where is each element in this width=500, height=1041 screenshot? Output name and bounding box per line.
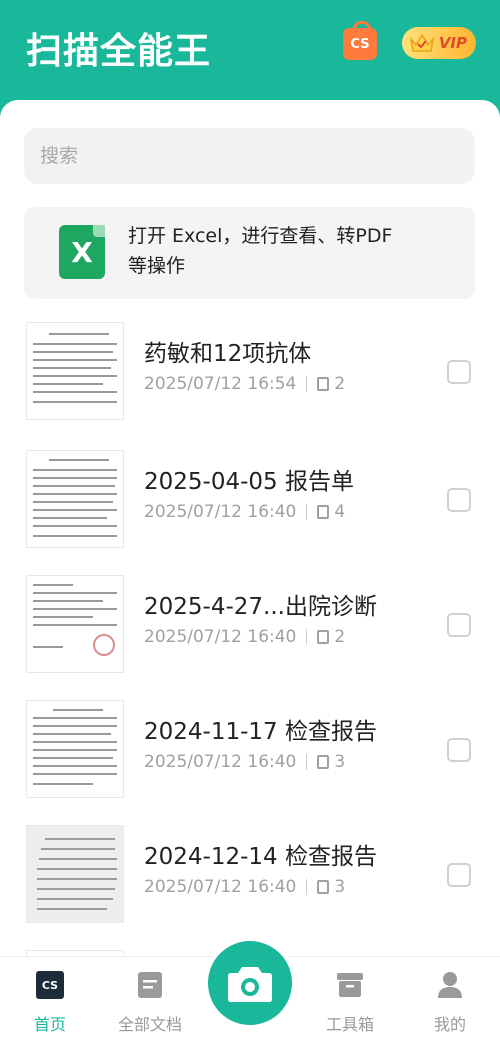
document-thumbnail: [26, 700, 124, 798]
document-checkbox[interactable]: [447, 863, 471, 887]
page-count-icon: [317, 630, 330, 644]
home-cs-icon: CS: [36, 971, 64, 999]
document-title: 2024-12-14 检查报告: [144, 844, 377, 870]
document-page-count: 2: [334, 627, 346, 647]
document-date: 2025/07/12 16:40: [144, 752, 297, 772]
document-title: 2025-04-05 报告单: [144, 469, 354, 495]
document-date: 2025/07/12 16:40: [144, 502, 297, 522]
tab-home[interactable]: CS 首页: [5, 957, 95, 1041]
meta-divider: [306, 376, 308, 392]
document-meta: 2025/07/12 16:54 2: [144, 374, 345, 394]
document-meta: 2025/07/12 16:40 3: [144, 877, 345, 897]
document-meta: 2025/07/12 16:40 3: [144, 752, 345, 772]
meta-divider: [306, 879, 308, 895]
document-checkbox[interactable]: [447, 360, 471, 384]
home-icon-text: CS: [41, 978, 59, 992]
camera-icon: [228, 967, 272, 1002]
excel-promo-text: 打开 Excel，进行查看、转PDF 等操作: [128, 225, 393, 277]
tab-home-label: 首页: [33, 1015, 66, 1034]
document-meta: 2025/07/12 16:40 4: [144, 502, 345, 522]
document-item[interactable]: 2025-4-27...出院诊断 2025/07/12 16:40 2: [0, 575, 500, 700]
document-page-count: 2: [334, 374, 346, 394]
search-input[interactable]: [24, 128, 475, 184]
document-thumbnail: [26, 322, 124, 420]
page-count-icon: [317, 377, 330, 391]
app-header: 扫描全能王 CS VIP: [0, 0, 500, 100]
document-item[interactable]: 2025-04-05 报告单 2025/07/12 16:40 4: [0, 450, 500, 575]
vip-button[interactable]: VIP: [402, 27, 476, 59]
meta-divider: [306, 629, 308, 645]
document-thumbnail: [26, 575, 124, 673]
document-title: 药敏和12项抗体: [144, 341, 312, 367]
meta-divider: [306, 754, 308, 770]
document-checkbox[interactable]: [447, 613, 471, 637]
document-title: 2024-11-17 检查报告: [144, 719, 377, 745]
document-title: 2025-4-27...出院诊断: [144, 594, 377, 620]
tab-mine-label: 我的: [433, 1015, 466, 1034]
document-thumbnail: [26, 450, 124, 548]
document-item[interactable]: 2024-11-17 检查报告 2025/07/12 16:40 3: [0, 700, 500, 825]
camera-scan-button[interactable]: [203, 936, 297, 1030]
document-meta: 2025/07/12 16:40 2: [144, 627, 345, 647]
crown-icon: [409, 33, 435, 52]
user-icon: [436, 971, 464, 999]
page-count-icon: [317, 755, 330, 769]
tab-tools[interactable]: 工具箱: [305, 957, 395, 1041]
document-thumbnail: [26, 825, 124, 923]
document-date: 2025/07/12 16:40: [144, 877, 297, 897]
tab-all-documents[interactable]: 全部文档: [105, 957, 195, 1041]
tab-mine[interactable]: 我的: [405, 957, 495, 1041]
document-date: 2025/07/12 16:54: [144, 374, 297, 394]
meta-divider: [306, 504, 308, 520]
excel-icon: X: [59, 225, 105, 279]
main-content: X 打开 Excel，进行查看、转PDF 等操作 药敏和12项抗体 2025/0…: [0, 100, 500, 956]
document-page-count: 4: [334, 502, 346, 522]
document-item[interactable]: 药敏和12项抗体 2025/07/12 16:54 2: [0, 322, 500, 447]
document-date: 2025/07/12 16:40: [144, 627, 297, 647]
toolbox-icon: [336, 971, 364, 999]
document-checkbox[interactable]: [447, 738, 471, 762]
excel-promo-card[interactable]: X 打开 Excel，进行查看、转PDF 等操作: [24, 207, 475, 299]
document-page-count: 3: [334, 752, 346, 772]
page-count-icon: [317, 505, 330, 519]
app-title: 扫描全能王: [26, 31, 212, 72]
cs-shop-button[interactable]: CS: [343, 21, 377, 60]
document-icon: [136, 971, 164, 999]
document-page-count: 3: [334, 877, 346, 897]
document-item[interactable]: 2024-12-14 检查报告 2025/07/12 16:40 3: [0, 825, 500, 950]
vip-label: VIP: [438, 34, 467, 52]
tab-tools-label: 工具箱: [325, 1015, 374, 1034]
document-checkbox[interactable]: [447, 488, 471, 512]
page-count-icon: [317, 880, 330, 894]
tab-all-documents-label: 全部文档: [117, 1015, 182, 1034]
